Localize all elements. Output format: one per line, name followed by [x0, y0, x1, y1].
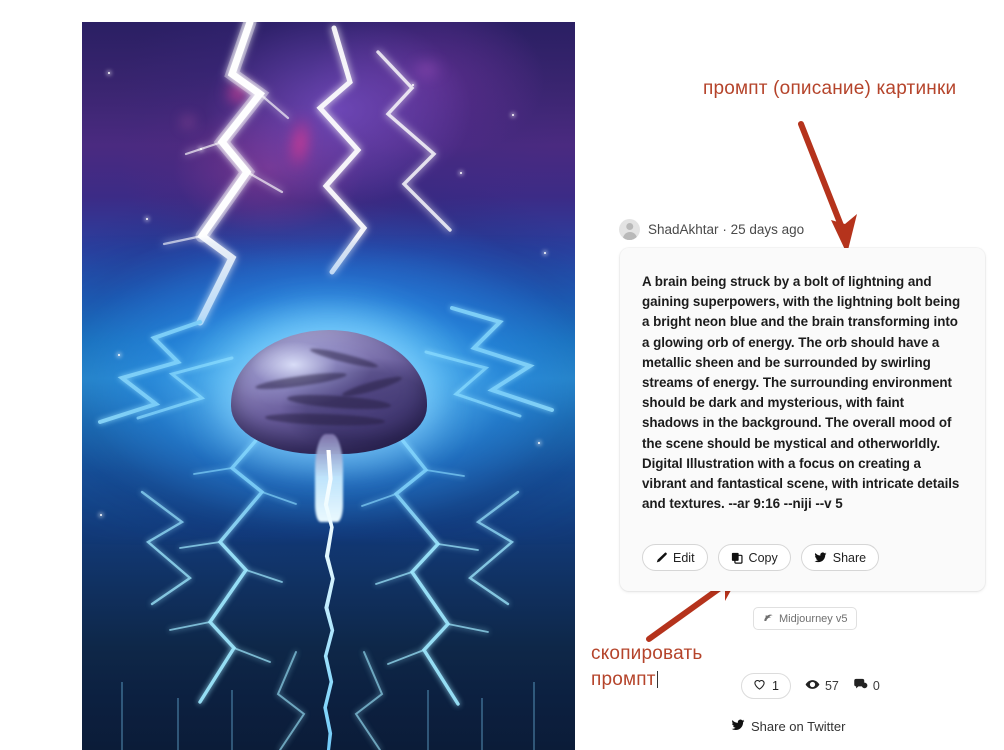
twitter-icon	[814, 551, 827, 564]
comments-count: 0	[872, 679, 880, 693]
annotation-copy-line2: промпт	[591, 669, 656, 690]
post-author-row[interactable]: ShadAkhtar · 25 days ago	[619, 219, 804, 240]
page-root: промпт (описание) картинки скопировать п…	[0, 0, 1004, 750]
heart-icon	[753, 678, 766, 694]
annotation-prompt-label: промпт (описание) картинки	[703, 78, 957, 99]
post-timestamp: 25 days ago	[730, 222, 805, 237]
prompt-action-bar: Edit Copy Share	[642, 544, 880, 571]
views-count: 57	[824, 679, 839, 693]
post-stats-row: 1 57 0	[741, 673, 880, 699]
model-badge-label: Midjourney v5	[779, 612, 848, 625]
prompt-text: A brain being struck by a bolt of lightn…	[642, 274, 961, 512]
author-name[interactable]: ShadAkhtar	[648, 222, 719, 237]
midjourney-icon	[763, 612, 774, 626]
author-meta: ShadAkhtar · 25 days ago	[648, 222, 804, 237]
comments-stat: 0	[853, 677, 880, 695]
meta-separator: ·	[722, 222, 727, 237]
annotation-copy-label: скопировать промпт	[591, 641, 741, 693]
twitter-icon	[731, 718, 745, 735]
avatar[interactable]	[619, 219, 640, 240]
text-caret	[656, 671, 658, 688]
annotation-arrow-to-prompt	[798, 121, 857, 254]
edit-button-label: Edit	[673, 550, 695, 565]
annotation-copy-line1: скопировать	[591, 643, 703, 664]
edit-button[interactable]: Edit	[642, 544, 708, 571]
like-button[interactable]: 1	[741, 673, 791, 699]
generated-image[interactable]	[82, 22, 575, 750]
eye-icon	[805, 677, 820, 695]
share-button-label: Share	[832, 550, 867, 565]
copy-button-label: Copy	[748, 550, 778, 565]
copy-icon	[731, 552, 743, 564]
like-count: 1	[772, 679, 779, 693]
share-on-twitter-label: Share on Twitter	[751, 719, 846, 734]
model-badge[interactable]: Midjourney v5	[753, 607, 858, 630]
copy-button[interactable]: Copy	[717, 544, 791, 571]
prompt-card: A brain being struck by a bolt of lightn…	[620, 248, 985, 591]
views-stat: 57	[805, 677, 839, 695]
share-button[interactable]: Share	[800, 544, 880, 571]
comment-icon	[853, 677, 868, 695]
pen-icon	[655, 552, 667, 564]
share-on-twitter-link[interactable]: Share on Twitter	[731, 718, 845, 735]
